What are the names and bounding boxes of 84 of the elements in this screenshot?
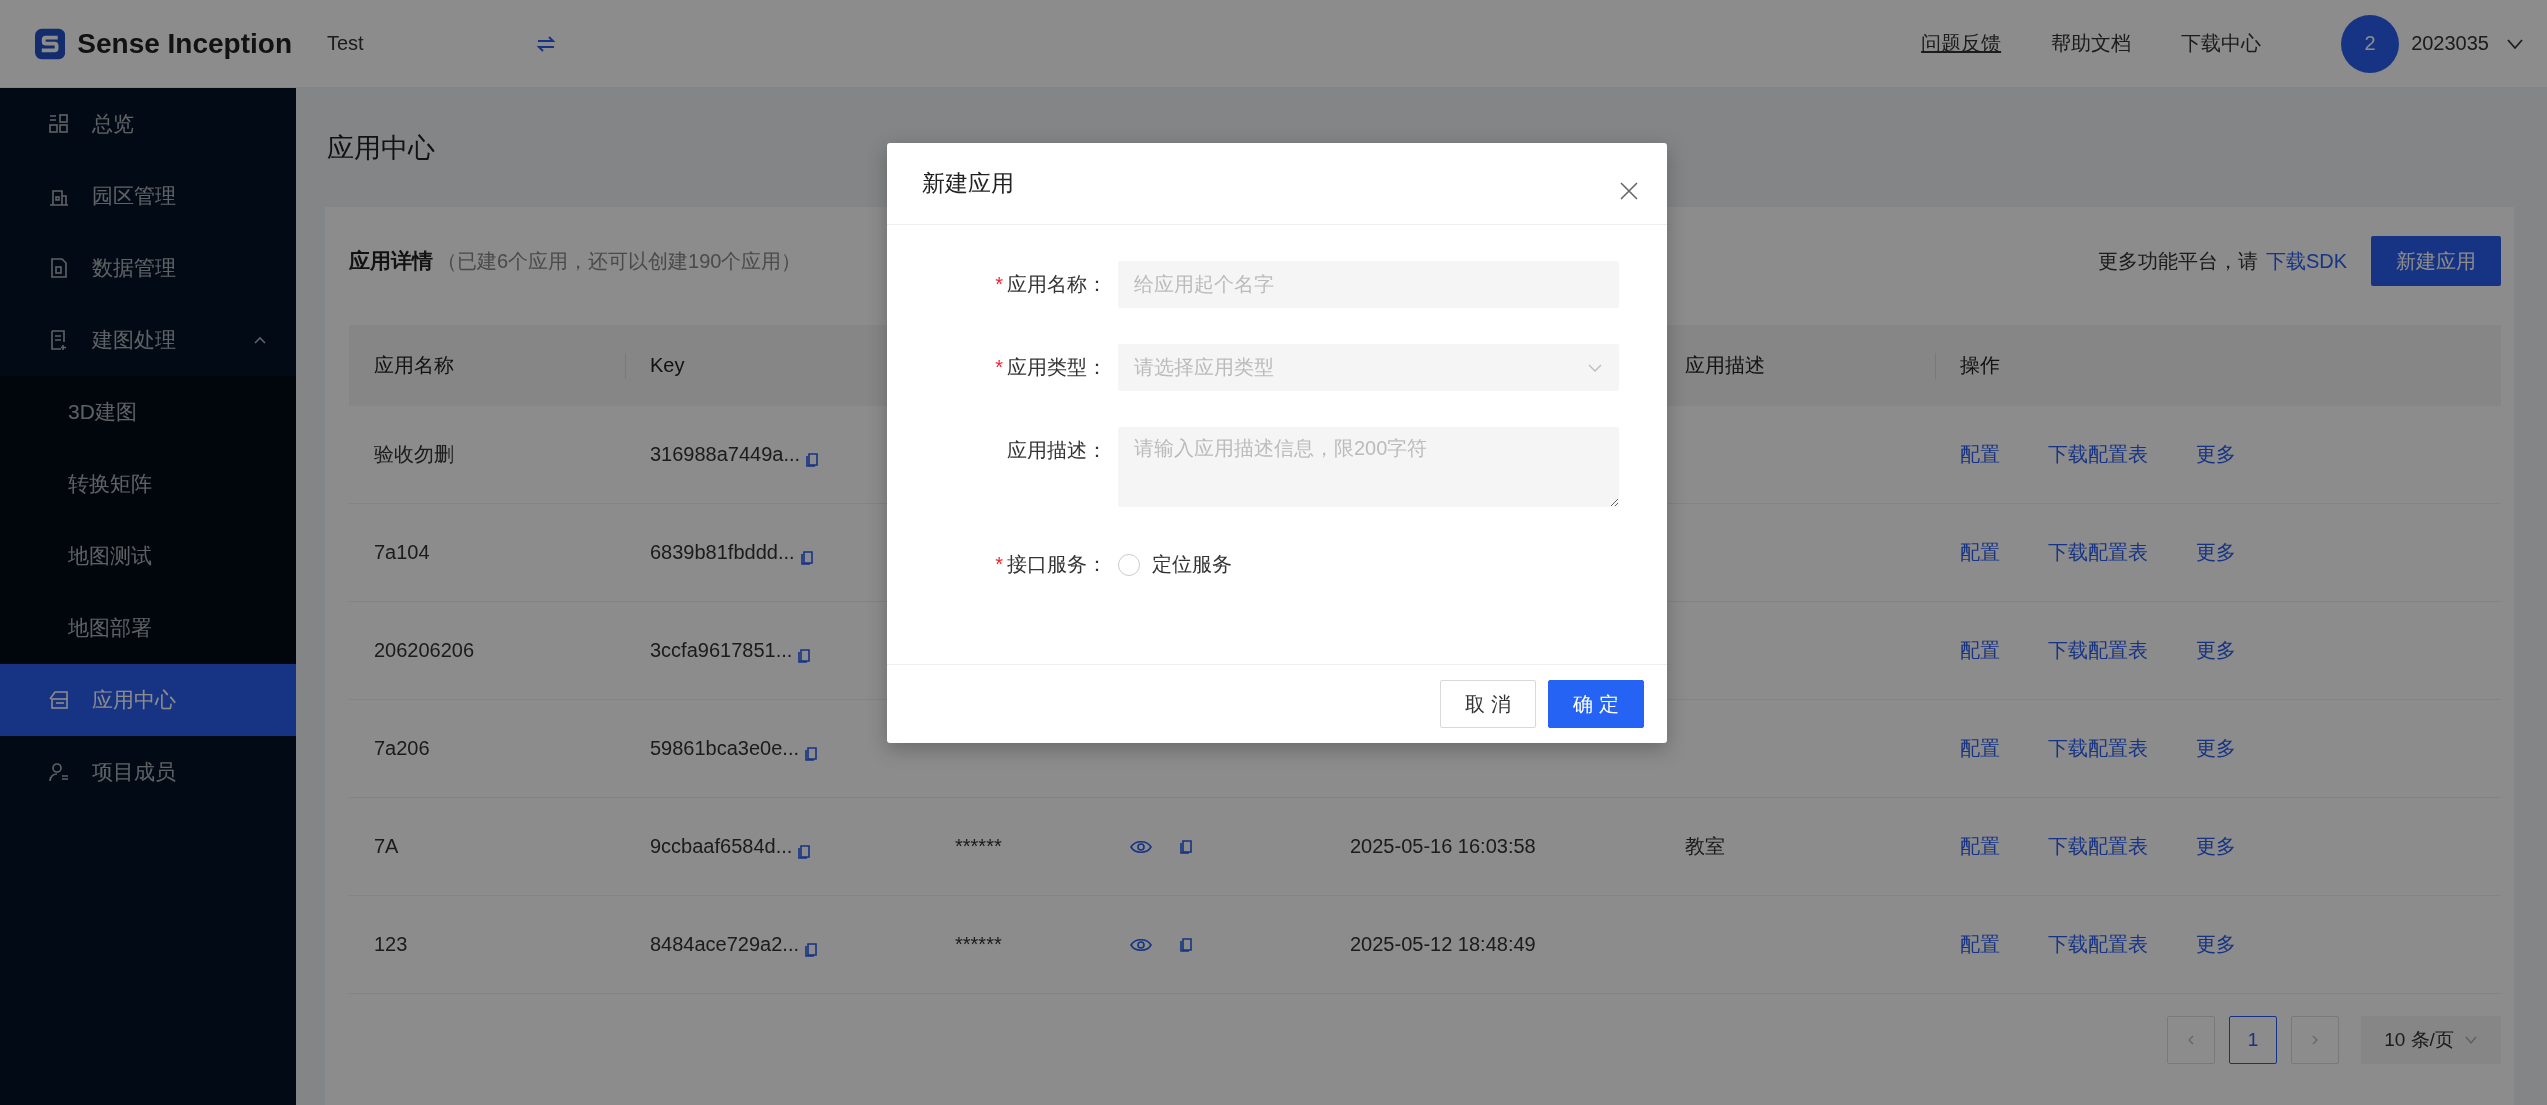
- table-cell: 123: [374, 933, 408, 956]
- action-link[interactable]: 配置: [1960, 735, 2000, 762]
- column-header: Key: [650, 354, 685, 377]
- table-cell: 6839b81fbddd...: [650, 541, 795, 564]
- table-cell: 8484ace729a2...: [650, 933, 800, 956]
- action-link[interactable]: 下载配置表: [2048, 637, 2148, 664]
- required-mark: *: [995, 273, 1003, 296]
- sidebar-item[interactable]: 园区管理: [0, 160, 296, 232]
- required-mark: *: [995, 356, 1003, 379]
- header-link[interactable]: 帮助文档: [2051, 30, 2132, 57]
- field-label: 应用类型：: [1007, 355, 1107, 380]
- table-cell: 2025-05-12 18:48:49: [1350, 933, 1536, 956]
- action-link[interactable]: 更多: [2196, 441, 2236, 468]
- header-link[interactable]: 下载中心: [2181, 30, 2262, 57]
- sidebar-subitem[interactable]: 地图测试: [0, 520, 296, 592]
- page-size-select[interactable]: 10 条/页: [2361, 1016, 2501, 1064]
- column-header: 操作: [1960, 353, 2000, 378]
- table-cell-text: 教室: [1685, 834, 1725, 859]
- header-link[interactable]: 问题反馈: [1921, 30, 2002, 57]
- action-link[interactable]: 配置: [1960, 441, 2000, 468]
- sidebar-item[interactable]: 应用中心: [0, 664, 296, 736]
- table-cell: ******: [955, 835, 1002, 858]
- sidebar-item[interactable]: 数据管理: [0, 232, 296, 304]
- table-cell: 59861bca3e0e...: [650, 737, 800, 760]
- column-header: 应用描述: [1685, 353, 1765, 378]
- field-label: 接口服务：: [1007, 552, 1107, 577]
- action-link[interactable]: 更多: [2196, 637, 2236, 664]
- radio-option[interactable]: 定位服务: [1118, 551, 1232, 578]
- action-link[interactable]: 配置: [1960, 833, 2000, 860]
- field-label: 应用名称：: [1007, 272, 1107, 297]
- column-header: 应用名称: [374, 353, 454, 378]
- project-name: Test: [327, 32, 364, 55]
- required-mark: *: [995, 553, 1003, 576]
- table-cell: 3ccfa9617851...: [650, 639, 793, 662]
- sidebar-subitem[interactable]: 地图部署: [0, 592, 296, 664]
- table-cell: 316988a7449a...: [650, 443, 801, 466]
- eye-icon[interactable]: [1130, 936, 1152, 953]
- logo-text: Sense Inception: [77, 27, 292, 60]
- action-link[interactable]: 更多: [2196, 539, 2236, 566]
- table-cell: ******: [955, 933, 1002, 956]
- sidebar-subitem[interactable]: 转换矩阵: [0, 448, 296, 520]
- action-link[interactable]: 更多: [2196, 735, 2236, 762]
- table-cell: 206206206: [374, 639, 475, 662]
- table-cell-text: 验收勿删: [374, 442, 454, 467]
- avatar[interactable]: 2: [2341, 14, 2400, 73]
- action-link[interactable]: 更多: [2196, 931, 2236, 958]
- field-label: 应用描述：: [1007, 438, 1107, 463]
- new-app-button[interactable]: 新建应用: [2371, 236, 2501, 286]
- textarea-field[interactable]: 请输入应用描述信息，限200字符: [1118, 427, 1619, 507]
- sdk-prompt: 更多功能平台，请: [2097, 248, 2258, 274]
- action-link[interactable]: 更多: [2196, 833, 2236, 860]
- action-link[interactable]: 配置: [1960, 637, 2000, 664]
- select-field[interactable]: 请选择应用类型: [1118, 344, 1619, 391]
- action-link[interactable]: 下载配置表: [2048, 931, 2148, 958]
- user-name[interactable]: 2023035: [2411, 32, 2489, 55]
- action-link[interactable]: 下载配置表: [2048, 833, 2148, 860]
- sidebar-item[interactable]: 建图处理: [0, 304, 296, 376]
- eye-icon[interactable]: [1130, 838, 1152, 855]
- action-link[interactable]: 配置: [1960, 539, 2000, 566]
- sidebar-item[interactable]: 项目成员: [0, 736, 296, 808]
- table-cell: 7a104: [374, 541, 430, 564]
- tray-icon: [48, 689, 70, 711]
- sidebar-item[interactable]: 总览: [0, 88, 296, 160]
- table-cell: 7A: [374, 835, 399, 858]
- sidebar-subitem[interactable]: 3D建图: [0, 376, 296, 448]
- page-button[interactable]: 1: [2229, 1016, 2277, 1064]
- app-count-note: （已建6个应用，还可以创建190个应用）: [437, 248, 802, 274]
- close-icon[interactable]: [1619, 180, 1639, 201]
- action-link[interactable]: 下载配置表: [2048, 735, 2148, 762]
- input-field[interactable]: 给应用起个名字: [1118, 261, 1619, 308]
- dialog-title: 新建应用: [922, 169, 1014, 198]
- copy-icon[interactable]: [1178, 837, 1194, 856]
- table-cell: 7a206: [374, 737, 430, 760]
- action-link[interactable]: 下载配置表: [2048, 539, 2148, 566]
- action-link[interactable]: 配置: [1960, 931, 2000, 958]
- sdk-link[interactable]: 下载SDK: [2265, 247, 2347, 275]
- section-title: 应用详情: [349, 248, 433, 274]
- table-cell: 9ccbaaf6584d...: [650, 835, 793, 858]
- page-title: 应用中心: [327, 131, 435, 165]
- confirm-button[interactable]: 确 定: [1548, 680, 1644, 728]
- action-link[interactable]: 下载配置表: [2048, 441, 2148, 468]
- table-cell: 2025-05-16 16:03:58: [1350, 835, 1536, 858]
- cancel-button[interactable]: 取 消: [1440, 680, 1536, 728]
- copy-icon[interactable]: [1178, 935, 1194, 954]
